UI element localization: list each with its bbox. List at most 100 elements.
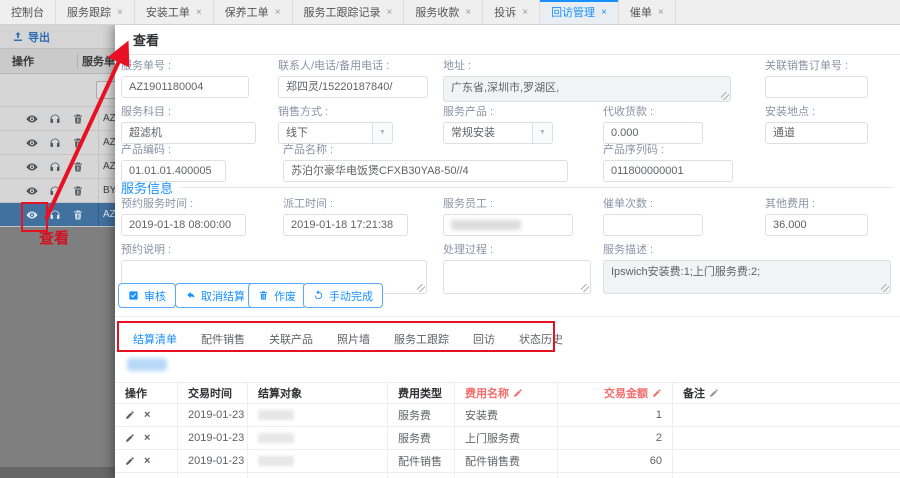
amount-cell: 60	[558, 450, 673, 472]
manual-complete-button[interactable]: 手动完成	[303, 283, 383, 308]
redacted-button[interactable]	[127, 358, 167, 371]
close-icon[interactable]: ×	[117, 7, 123, 18]
install-place-input[interactable]: 通道	[765, 122, 868, 144]
redacted-text	[451, 220, 521, 230]
tab-maintenance-order[interactable]: 保养工单 ×	[214, 0, 293, 24]
dispatch-time-input[interactable]: 2019-01-18 17:21:38	[283, 214, 408, 236]
view-eye-icon[interactable]	[26, 185, 38, 197]
undo-icon	[185, 290, 196, 301]
modal-header: 查看	[115, 25, 900, 55]
appoint-time-input[interactable]: 2019-01-18 08:00:00	[121, 214, 246, 236]
header-trade-amount: 交易金额	[558, 383, 673, 403]
list-item-selected[interactable]: AZ19	[0, 203, 115, 227]
tab-complaint[interactable]: 投诉 ×	[483, 0, 541, 24]
other-fee-input[interactable]: 36.000	[765, 214, 868, 236]
tab-status-history[interactable]: 状态历史	[519, 325, 563, 352]
tab-install-order[interactable]: 安装工单 ×	[135, 0, 214, 24]
field-order-no: 服务单号 : AZ1901180004	[121, 57, 249, 98]
field-label: 其他费用 :	[765, 198, 816, 210]
chevron-down-icon[interactable]: ▼	[532, 123, 552, 143]
address-textarea[interactable]: 广东省,深圳市,罗湖区,	[443, 76, 731, 102]
table-row: × 2019-01-23 服务费 上门服务费 2	[115, 427, 900, 450]
list-item[interactable]: BY19	[0, 179, 115, 203]
delete-x-icon[interactable]: ×	[144, 432, 150, 444]
list-item[interactable]: AZ19	[0, 131, 115, 155]
tab-console[interactable]: 控制台	[0, 0, 56, 24]
edit-icon[interactable]	[513, 388, 523, 398]
redacted-text	[258, 410, 294, 420]
close-icon[interactable]: ×	[275, 7, 281, 18]
edit-icon[interactable]	[652, 388, 662, 398]
contact-input[interactable]: 郑四灵/15220187840/	[278, 76, 428, 98]
view-eye-icon[interactable]	[26, 113, 38, 125]
headset-icon[interactable]	[49, 113, 61, 125]
view-eye-icon[interactable]	[26, 137, 38, 149]
order-no-input[interactable]: AZ1901180004	[121, 76, 249, 98]
cancel-settlement-button[interactable]: 取消结算	[175, 283, 255, 308]
audit-button[interactable]: 审核	[118, 283, 176, 308]
edit-pencil-icon[interactable]	[125, 410, 135, 420]
note-cell	[673, 450, 900, 472]
headset-icon[interactable]	[49, 161, 61, 173]
delete-x-icon[interactable]: ×	[144, 455, 150, 467]
check-square-icon	[128, 290, 139, 301]
close-icon[interactable]: ×	[658, 7, 664, 18]
tab-parts-sales[interactable]: 配件销售	[201, 325, 245, 352]
header-label: 备注	[683, 388, 705, 400]
list-toolbar: 导出	[0, 25, 115, 49]
close-icon[interactable]: ×	[196, 7, 202, 18]
edit-pencil-icon[interactable]	[125, 456, 135, 466]
edit-icon[interactable]	[709, 388, 719, 398]
tab-service-work-tracking[interactable]: 服务工跟踪	[394, 325, 449, 352]
urge-count-input[interactable]	[603, 214, 703, 236]
tab-photo-wall[interactable]: 照片墙	[337, 325, 370, 352]
trash-icon[interactable]	[72, 209, 84, 221]
close-icon[interactable]: ×	[601, 7, 607, 18]
tab-urge-order[interactable]: 催单 ×	[619, 0, 676, 24]
export-button[interactable]: 导出	[12, 29, 50, 45]
edit-pencil-icon[interactable]	[125, 433, 135, 443]
button-label: 手动完成	[329, 290, 373, 303]
void-button[interactable]: 作废	[248, 283, 306, 308]
header-operation: 操作	[115, 383, 178, 403]
detail-tab-bar: 结算清单 配件销售 关联产品 照片墙 服务工跟踪 回访 状态历史	[115, 325, 900, 352]
service-desc-textarea[interactable]: Ipswich安装费:1;上门服务费:2;	[603, 260, 891, 294]
view-eye-icon[interactable]	[26, 209, 38, 221]
filter-input[interactable]	[96, 81, 115, 99]
view-eye-icon[interactable]	[26, 161, 38, 173]
trash-icon[interactable]	[72, 161, 84, 173]
tab-revisit[interactable]: 回访	[473, 325, 495, 352]
settlement-table: 操作 交易时间 结算对象 费用类型 费用名称 交易金额 备注 × 2019-01…	[115, 382, 900, 478]
trash-icon[interactable]	[72, 113, 84, 125]
delete-x-icon[interactable]: ×	[144, 409, 150, 421]
tab-related-products[interactable]: 关联产品	[269, 325, 313, 352]
service-staff-input[interactable]	[443, 214, 573, 236]
trash-icon[interactable]	[72, 185, 84, 197]
chevron-down-icon[interactable]: ▼	[372, 123, 392, 143]
export-label: 导出	[28, 31, 50, 44]
tab-service-track-record[interactable]: 服务工跟踪记录 ×	[293, 0, 405, 24]
trash-icon[interactable]	[72, 137, 84, 149]
list-item[interactable]: AZ19	[0, 155, 115, 179]
tab-revisit-management[interactable]: 回访管理 ×	[540, 0, 619, 24]
process-textarea[interactable]	[443, 260, 591, 294]
headset-icon[interactable]	[49, 185, 61, 197]
related-order-input[interactable]	[765, 76, 868, 98]
close-icon[interactable]: ×	[465, 7, 471, 18]
field-label: 关联销售订单号 :	[765, 60, 849, 72]
close-icon[interactable]: ×	[522, 7, 528, 18]
selected-value: 线下	[286, 127, 308, 139]
trade-time-cell: 2019-01-23	[178, 450, 248, 472]
tab-service-payment[interactable]: 服务收款 ×	[404, 0, 484, 24]
fee-name-cell: 配件销售费	[455, 450, 558, 472]
close-icon[interactable]: ×	[387, 7, 393, 18]
field-install-place: 安装地点 : 通道	[765, 103, 868, 144]
headset-icon[interactable]	[49, 209, 61, 221]
table-row-partial	[115, 473, 900, 478]
header-settle-target: 结算对象	[248, 383, 388, 403]
tab-service-tracking[interactable]: 服务跟踪 ×	[56, 0, 135, 24]
list-item[interactable]: AZ19	[0, 107, 115, 131]
trash-icon	[258, 290, 269, 301]
tab-settlement-list[interactable]: 结算清单	[133, 325, 177, 352]
headset-icon[interactable]	[49, 137, 61, 149]
